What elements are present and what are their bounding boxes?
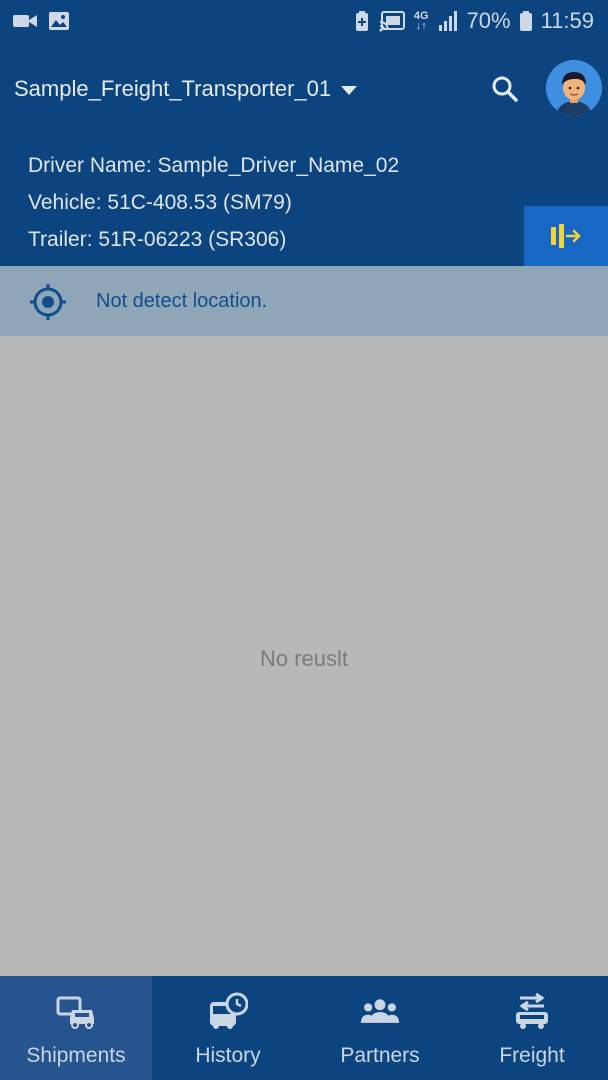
nav-label-partners: Partners [340,1044,420,1067]
handover-icon [551,224,581,248]
nav-item-history[interactable]: History [152,976,304,1080]
search-icon [492,76,518,102]
bottom-navigation: Shipments History Partners Freight [0,976,608,1080]
driver-name-line: Driver Name: Sample_Driver_Name_02 [28,154,400,177]
trailer-line: Trailer: 51R-06223 (SR306) [28,228,287,251]
nav-item-freight[interactable]: Freight [456,976,608,1080]
nav-item-shipments[interactable]: Shipments [0,976,152,1080]
battery-icon [519,10,533,32]
partners-icon [360,992,400,1032]
network-type-label: 4G ↓↑ [413,10,429,32]
nav-label-history: History [195,1044,261,1067]
empty-state-text: No reuslt [259,646,349,671]
shipment-list: No reuslt [0,336,608,976]
nav-item-partners[interactable]: Partners [304,976,456,1080]
nav-label-shipments: Shipments [26,1044,126,1067]
signal-icon [437,10,459,32]
location-bar[interactable]: Not detect location. [0,266,608,336]
nav-label-freight: Freight [499,1044,565,1067]
history-icon [208,992,248,1032]
driver-info: Driver Name: Sample_Driver_Name_02 Vehic… [28,152,399,263]
freight-icon [512,992,552,1032]
avatar[interactable] [546,60,602,116]
shipments-icon [56,992,96,1032]
cast-icon [378,10,406,32]
app-header: Sample_Freight_Transporter_01 Driver Nam… [0,42,608,266]
status-time: 11:59 [540,8,594,33]
user-avatar-icon [546,60,602,116]
transporter-selector[interactable]: Sample_Freight_Transporter_01 [14,76,358,102]
battery-saver-icon [354,10,370,32]
status-bar: 4G ↓↑ 70% 11:59 [0,0,608,42]
vehicle-line: Vehicle: 51C-408.53 (SM79) [28,191,292,214]
gps-target-icon [28,282,68,322]
status-bar-right: 4G ↓↑ 70% 11:59 [354,8,594,34]
handover-button[interactable] [524,206,608,266]
video-icon [12,12,38,30]
status-bar-left [12,11,70,31]
battery-percent: 70% [466,8,511,33]
location-message: Not detect location. [96,290,268,312]
image-icon [48,11,70,31]
search-button[interactable] [488,72,522,106]
dropdown-caret-icon [341,85,358,95]
transporter-name: Sample_Freight_Transporter_01 [14,76,332,101]
